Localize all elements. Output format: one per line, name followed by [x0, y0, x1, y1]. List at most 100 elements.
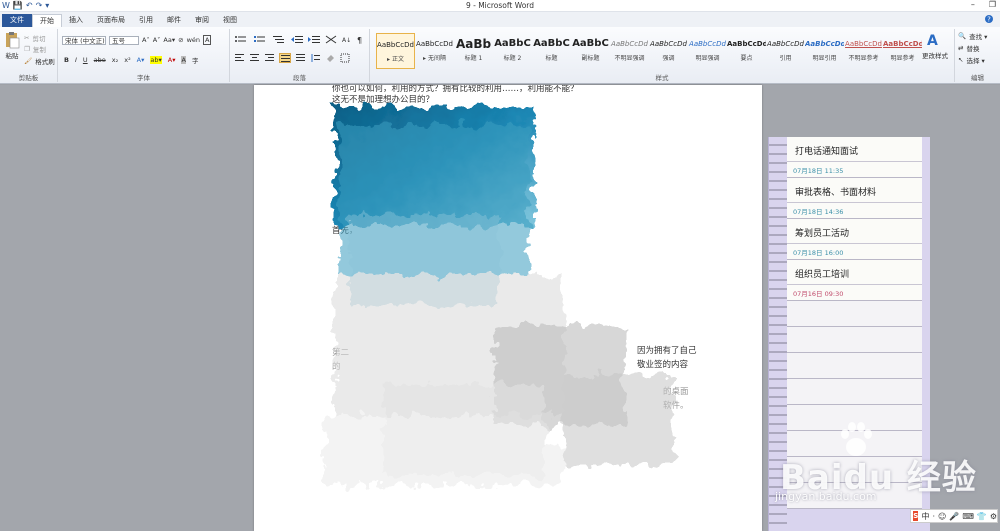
empty-note-row[interactable]: [787, 431, 922, 457]
grow-font-button[interactable]: A˄: [142, 36, 150, 44]
format-painter-button[interactable]: 🖌 格式刷: [24, 56, 55, 66]
find-button[interactable]: 🔍 查找 ▾: [958, 31, 987, 41]
align-center-icon[interactable]: [249, 53, 260, 63]
copy-button[interactable]: ❐ 复制: [24, 44, 46, 54]
phonetic-guide-button[interactable]: wén: [187, 36, 200, 44]
tab-file[interactable]: 文件: [2, 14, 32, 27]
style-strong[interactable]: AaBbCcDd 要点: [727, 33, 766, 69]
font-name-select[interactable]: 宋体 (中文正): [62, 35, 106, 45]
note-item[interactable]: 打电话通知面试 07月18日 11:35: [787, 137, 922, 178]
style-sample: AaBbCcDd: [845, 40, 882, 48]
style-intense-emphasis[interactable]: AaBbCcDd 明显强调: [688, 33, 727, 69]
empty-note-row[interactable]: [787, 327, 922, 353]
numbering-icon[interactable]: [253, 35, 267, 44]
tab-page-layout[interactable]: 页面布局: [90, 14, 132, 27]
sort-icon[interactable]: A↓: [342, 35, 352, 44]
distribute-icon[interactable]: [295, 53, 306, 63]
font-size-select[interactable]: 五号: [109, 35, 139, 45]
note-list: 打电话通知面试 07月18日 11:35 审批表格、书面材料 07月18日 14…: [787, 137, 922, 509]
style-heading-1[interactable]: AaBb 标题 1: [454, 33, 493, 69]
style-intense-quote[interactable]: AaBbCcDd 明显引用: [805, 33, 844, 69]
style-subtitle[interactable]: AaBbC 副标题: [571, 33, 610, 69]
bullets-icon[interactable]: [234, 35, 248, 44]
shrink-font-button[interactable]: A˅: [153, 36, 161, 44]
tab-view[interactable]: 视图: [216, 14, 244, 27]
shading-icon[interactable]: [325, 53, 336, 63]
empty-note-row[interactable]: [787, 379, 922, 405]
ime-lang-toggle[interactable]: 中: [921, 511, 929, 522]
ime-punct-icon[interactable]: ·: [932, 512, 935, 521]
document-page[interactable]: 你也可以如何，利用的方式？拥有比较的利用……，利用能不能？ 这无不是加理想办公目…: [254, 85, 762, 531]
help-icon[interactable]: ?: [984, 14, 994, 26]
underline-button[interactable]: U: [83, 56, 88, 64]
restore-button[interactable]: ❐: [989, 0, 996, 9]
style-sample: AaBbC: [572, 38, 609, 49]
tab-insert[interactable]: 插入: [62, 14, 90, 27]
style-no-spacing[interactable]: AaBbCcDd ▸ 无间隔: [415, 33, 454, 69]
ime-emoji-icon[interactable]: ☺: [938, 512, 946, 521]
tab-references[interactable]: 引用: [132, 14, 160, 27]
change-case-button[interactable]: Aa▾: [163, 36, 175, 44]
select-button[interactable]: ↖ 选择 ▾: [958, 55, 985, 65]
style-subtle-emphasis[interactable]: AaBbCcDd 不明显强调: [610, 33, 649, 69]
style-intense-reference[interactable]: AaBbCcDd 明显参考: [883, 33, 922, 69]
style-title[interactable]: AaBbC 标题: [532, 33, 571, 69]
empty-note-row[interactable]: [787, 483, 922, 509]
empty-note-row[interactable]: [787, 353, 922, 379]
decrease-indent-icon[interactable]: [291, 35, 303, 44]
empty-note-row[interactable]: [787, 405, 922, 431]
superscript-button[interactable]: x²: [124, 56, 130, 64]
tab-review[interactable]: 审阅: [188, 14, 216, 27]
note-item[interactable]: 审批表格、书面材料 07月18日 14:36: [787, 178, 922, 219]
char-border-button[interactable]: A: [203, 35, 212, 45]
enclose-char-button[interactable]: 字: [192, 55, 199, 65]
style-subtle-reference[interactable]: AaBbCcDd 不明显参考: [844, 33, 883, 69]
show-marks-icon[interactable]: ¶: [357, 35, 365, 44]
borders-icon[interactable]: [340, 53, 351, 63]
align-left-icon[interactable]: [234, 53, 245, 63]
increase-indent-icon[interactable]: [308, 35, 320, 44]
style-sample: AaBbCcDd: [727, 40, 766, 48]
ime-voice-icon[interactable]: 🎤: [949, 512, 959, 521]
chinese-layout-icon[interactable]: [325, 35, 337, 44]
clipboard-group: 粘贴 ✂ 剪切 ❐ 复制 🖌 格式刷 剪贴板: [0, 29, 58, 82]
justify-icon[interactable]: [279, 53, 291, 63]
paste-button[interactable]: 粘贴: [4, 31, 20, 60]
ime-skin-icon[interactable]: 👕: [977, 512, 987, 521]
subscript-button[interactable]: x₂: [112, 56, 118, 64]
style-heading-2[interactable]: AaBbC 标题 2: [493, 33, 532, 69]
note-item[interactable]: 筹划员工活动 07月18日 16:00: [787, 219, 922, 260]
style-emphasis[interactable]: AaBbCcDd 强调: [649, 33, 688, 69]
cut-button[interactable]: ✂ 剪切: [24, 33, 45, 43]
align-right-icon[interactable]: [264, 53, 275, 63]
clear-format-button[interactable]: ⊘: [178, 36, 183, 44]
note-date: 07月18日 16:00: [793, 249, 844, 257]
bold-button[interactable]: B: [64, 56, 69, 64]
sogou-logo-icon[interactable]: S: [913, 511, 919, 521]
notebook-spiral: [769, 137, 787, 531]
style-quote[interactable]: AaBbCcDd 引用: [766, 33, 805, 69]
line-spacing-icon[interactable]: [310, 53, 321, 63]
italic-button[interactable]: I: [75, 56, 77, 64]
tab-home[interactable]: 开始: [32, 14, 62, 27]
ime-settings-icon[interactable]: ⚙: [990, 512, 997, 521]
strikethrough-button[interactable]: abe: [94, 56, 106, 64]
empty-note-row[interactable]: [787, 301, 922, 327]
style-name: 不明显强调: [614, 55, 645, 62]
multilevel-list-icon[interactable]: [272, 35, 286, 44]
char-shading-button[interactable]: A: [181, 56, 186, 64]
empty-note-row[interactable]: [787, 457, 922, 483]
style-name: 副标题: [581, 55, 600, 62]
tab-mailings[interactable]: 邮件: [160, 14, 188, 27]
text-effects-button[interactable]: A▾: [137, 56, 145, 64]
change-styles-button[interactable]: A 更改样式: [922, 31, 948, 60]
ime-keyboard-icon[interactable]: ⌨: [962, 512, 974, 521]
font-color-button[interactable]: A▾: [168, 56, 176, 64]
replace-button[interactable]: ⇄ 替换: [958, 43, 979, 53]
style-normal[interactable]: AaBbCcDd ▸ 正文: [376, 33, 415, 69]
highlight-button[interactable]: ab▾: [150, 56, 162, 64]
minimize-button[interactable]: –: [971, 0, 975, 9]
note-item[interactable]: 组织员工培训 07月16日 09:30: [787, 260, 922, 301]
note-date: 07月16日 09:30: [793, 290, 844, 298]
style-sample: AaBbCcDd: [767, 40, 804, 48]
